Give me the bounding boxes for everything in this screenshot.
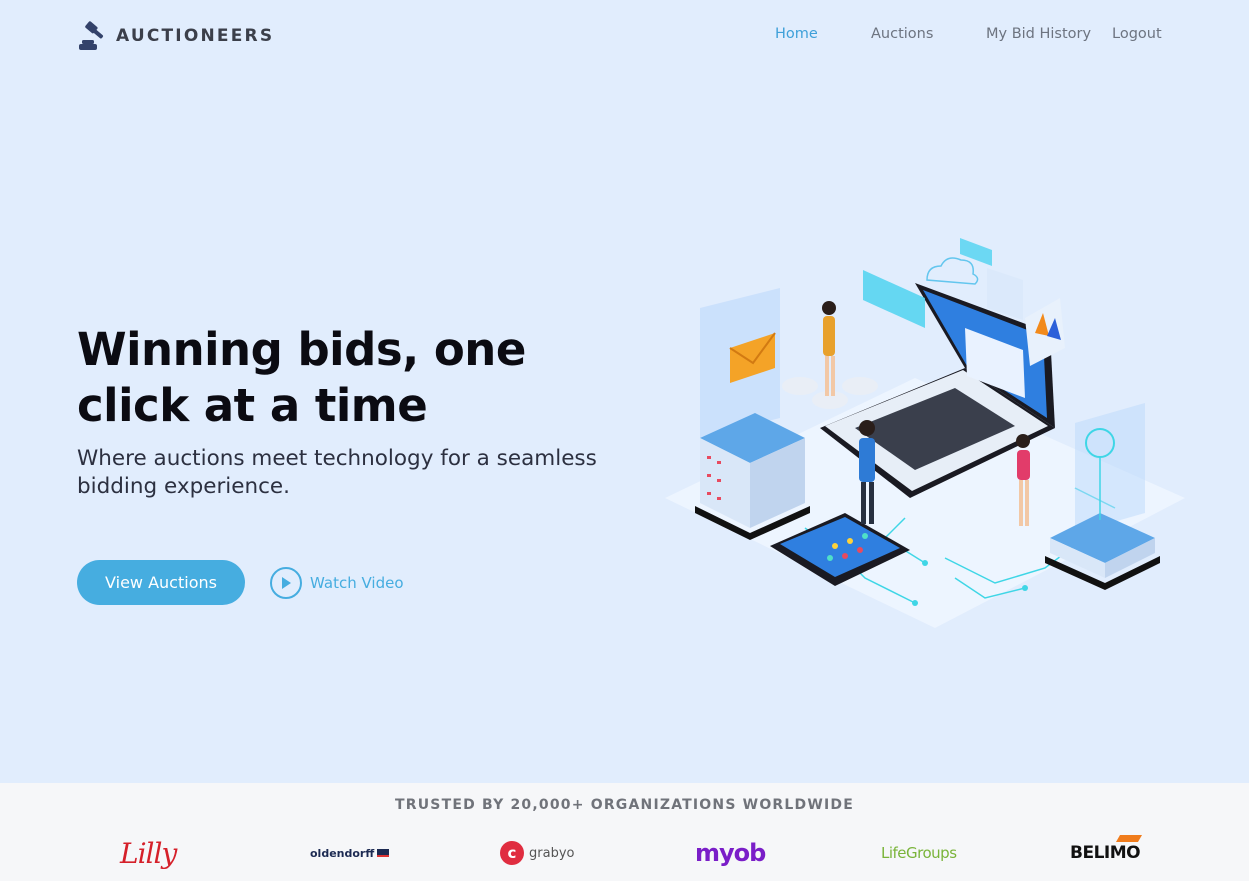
hero-title: Winning bids, one click at a time <box>77 323 526 432</box>
belimo-mark-icon <box>1115 835 1143 842</box>
hero-subtitle: Where auctions meet technology for a sea… <box>77 446 597 499</box>
play-icon <box>270 567 302 599</box>
watch-video-label: Watch Video <box>310 574 404 592</box>
oldendorff-flag-icon <box>377 849 390 857</box>
brand-lifegroups-logo: LifeGroups <box>881 844 957 862</box>
nav-home[interactable]: Home <box>775 26 818 42</box>
trusted-by-section: TRUSTED BY 20,000+ ORGANIZATIONS WORLDWI… <box>0 783 1249 881</box>
nav-logout[interactable]: Logout <box>1112 26 1162 42</box>
nav-auctions[interactable]: Auctions <box>871 26 933 42</box>
nav-my-bid-history[interactable]: My Bid History <box>986 26 1091 42</box>
gavel-icon <box>79 21 104 50</box>
site-header: AUCTIONEERS Home Auctions My Bid History… <box>0 0 1249 72</box>
logo-text: AUCTIONEERS <box>116 25 275 46</box>
brand-oldendorff-logo: oldendorff <box>310 833 390 873</box>
hero-illustration <box>665 238 1185 628</box>
brand-belimo-logo: BELIMO <box>1070 833 1143 873</box>
grabyo-icon: c <box>500 841 524 865</box>
brand-lilly-logo: Lilly <box>120 836 177 870</box>
trusted-by-title: TRUSTED BY 20,000+ ORGANIZATIONS WORLDWI… <box>394 797 854 813</box>
logo[interactable]: AUCTIONEERS <box>77 19 274 52</box>
view-auctions-button[interactable]: View Auctions <box>77 560 245 605</box>
brand-myob-logo: myob <box>695 839 766 867</box>
watch-video-button[interactable]: Watch Video <box>270 567 404 599</box>
brand-grabyo-logo: c grabyo <box>500 833 574 873</box>
